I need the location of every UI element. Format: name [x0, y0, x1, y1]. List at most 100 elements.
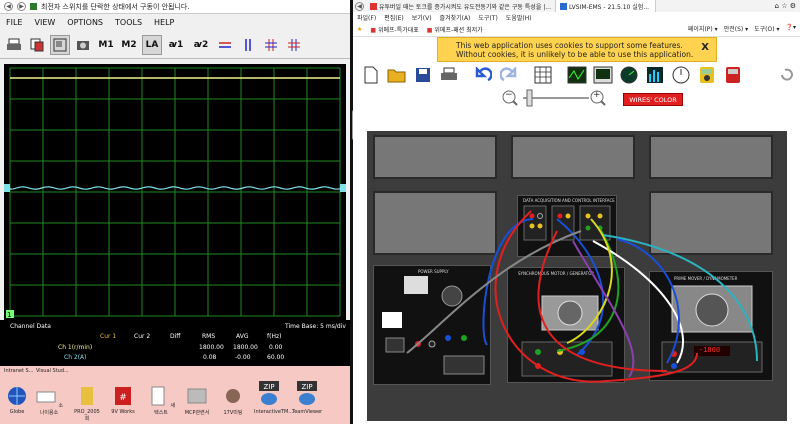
copy-icon[interactable]	[27, 35, 47, 55]
layout-icon[interactable]	[50, 34, 70, 55]
ie-menu-edit[interactable]: 편집(E)	[384, 13, 404, 22]
multimeter-icon[interactable]	[697, 65, 717, 85]
patch-wire[interactable]	[592, 240, 685, 364]
meter-icon[interactable]	[619, 65, 639, 85]
vertical-cursor-icon[interactable]	[238, 35, 258, 55]
ch2-left-marker	[4, 184, 10, 192]
ch1-freq: 0.00	[269, 344, 283, 351]
open-folder-icon[interactable]	[387, 65, 407, 85]
ch1-label: Ch 1(r/min)	[58, 344, 93, 351]
ch1-avg: 1800.00	[233, 344, 258, 351]
tools-menu[interactable]: 도구(O) ▾	[754, 24, 779, 33]
time-base-label: Time Base: 5 ms/div	[285, 323, 346, 330]
ch1-rms: 1800.00	[199, 344, 224, 351]
oscilloscope-display[interactable]: 1	[4, 64, 346, 320]
desktop-icon-folder[interactable]: PRO_2005회	[72, 386, 102, 422]
browser-window: ◀ 유투버일 때는 토크를 증가시켜도 유도전동기와 같은 구동 특성을 |..…	[353, 0, 800, 424]
desktop-icon-works[interactable]: # 9V Works	[108, 386, 138, 415]
ie-menu-view[interactable]: 보기(V)	[412, 13, 432, 22]
patch-wire[interactable]	[602, 234, 758, 362]
home-star-gear-icons[interactable]: ⌂ ☆ ⚙	[775, 2, 800, 10]
patch-wire[interactable]	[494, 210, 698, 383]
settings-scroll-icon[interactable]	[776, 65, 796, 85]
tab-lvsim[interactable]: LVSIM-EMS - 21.5.10 실험...	[556, 0, 656, 12]
screenshot-icon[interactable]	[73, 35, 93, 55]
menu-help[interactable]: HELP	[154, 18, 174, 27]
bar-graph-icon[interactable]	[645, 65, 665, 85]
patch-wires	[406, 210, 758, 383]
tab-favicon	[370, 2, 377, 10]
phasor-icon[interactable]	[593, 65, 613, 85]
table-icon[interactable]	[533, 65, 553, 85]
ch2-rms: 0.08	[203, 354, 217, 361]
cookie-close-button[interactable]: X	[701, 43, 709, 53]
redo-icon[interactable]	[499, 65, 519, 85]
m1-button[interactable]: M1	[96, 35, 116, 55]
lvsim-toolbar	[353, 62, 800, 88]
zoom-out-icon[interactable]: −	[505, 90, 513, 100]
favorite-link-2[interactable]: ■ 위메프-패션 최저가	[427, 25, 483, 34]
channel-data-label: Channel Data	[10, 323, 51, 330]
oscilloscope-icon[interactable]	[567, 65, 587, 85]
tab-favicon-lvsim	[560, 2, 567, 10]
desktop-icon-meeting[interactable]: 17V미팅	[218, 386, 248, 416]
print-icon[interactable]	[4, 35, 24, 55]
back-icon[interactable]: ◀	[4, 2, 13, 11]
m2-button[interactable]: M2	[119, 35, 139, 55]
lvsim-workstation: DATA ACQUISITION AND CONTROL INTERFACE P…	[367, 131, 787, 421]
desktop-label-visualstudio: Visual Stud...	[36, 368, 69, 374]
zoom-slider[interactable]	[501, 88, 621, 108]
la-button[interactable]: LA	[142, 34, 162, 55]
zoom-in-icon[interactable]: +	[593, 90, 601, 100]
left-window-title: 최전자 스위치를 단락한 상태에서 구동이 안됩니다.	[41, 2, 190, 11]
favorites-star-icon[interactable]: ★	[357, 26, 362, 33]
browser-tabbar: ◀ 유투버일 때는 토크를 증가시켜도 유도전동기와 같은 구동 특성을 |..…	[353, 0, 800, 12]
favorite-link-1[interactable]: ■ 위메프-특가대표	[370, 25, 418, 34]
horizontal-cursor-icon[interactable]	[215, 35, 235, 55]
header-diff: Diff	[170, 333, 181, 340]
header-avg: AVG	[236, 333, 249, 340]
grid-cursor-alt-icon[interactable]	[284, 35, 304, 55]
desktop-screen: ◀ ▶ 최전자 스위치를 단락한 상태에서 구동이 안됩니다. FILE VIE…	[0, 0, 800, 424]
page-favicon	[30, 3, 37, 10]
scope-grid: 1	[4, 67, 346, 319]
save-icon[interactable]	[413, 65, 433, 85]
menu-view[interactable]: VIEW	[34, 18, 55, 27]
tachometer-icon[interactable]	[723, 65, 743, 85]
print-app-icon[interactable]	[439, 65, 459, 85]
header-freq: f(Hz)	[267, 333, 282, 340]
clock-icon[interactable]	[671, 65, 691, 85]
undo-icon[interactable]	[473, 65, 493, 85]
desktop-icon-zip1[interactable]: ZIP InteractiveTM...	[254, 380, 293, 415]
desktop-icon-mcp[interactable]: MCP관련서	[182, 386, 212, 416]
desktop-icon-doc1[interactable]: 소나이용소	[34, 386, 64, 416]
tab-question[interactable]: 유투버일 때는 토크를 증가시켜도 유도전동기와 같은 구동 특성을 |...	[366, 0, 556, 12]
ie-menu-help[interactable]: 도움말(H)	[506, 13, 532, 22]
menu-tools[interactable]: TOOLS	[115, 18, 142, 27]
ie-menu-file[interactable]: 파일(F)	[357, 13, 376, 22]
channel-data-panel: Channel Data Time Base: 5 ms/div Cur 1 C…	[0, 320, 350, 366]
grid-cursor-icon[interactable]	[261, 35, 281, 55]
cursor1-button[interactable]: ꜹ1	[165, 35, 187, 55]
patch-wire[interactable]	[616, 238, 680, 364]
ch2-avg: -0.00	[235, 354, 251, 361]
desktop-icon-textfile[interactable]: 새 텍스트	[146, 386, 176, 416]
desktop-icon-globe[interactable]: Globe	[2, 386, 32, 415]
cursor2-button[interactable]: ꜹ2	[190, 35, 212, 55]
help-menu[interactable]: ❓▾	[786, 24, 796, 33]
svg-text:ZIP: ZIP	[301, 383, 312, 391]
browser-back-icon[interactable]: ◀	[355, 1, 364, 11]
patch-wire[interactable]	[406, 230, 582, 354]
page-menu[interactable]: 페이지(P) ▾	[688, 24, 718, 33]
ie-menu-tools[interactable]: 도구(T)	[478, 13, 497, 22]
menu-file[interactable]: FILE	[6, 18, 22, 27]
forward-icon[interactable]: ▶	[17, 2, 26, 11]
wires-color-button[interactable]: WIRES' COLOR	[623, 93, 683, 106]
ie-menu-favorites[interactable]: 즐겨찾기(A)	[440, 13, 471, 22]
menu-options[interactable]: OPTIONS	[67, 18, 103, 27]
desktop-icon-zip2[interactable]: ZIP TeamViewer	[292, 380, 322, 415]
new-file-icon[interactable]	[361, 65, 381, 85]
desktop-area: Intranet S... Visual Stud... Globe 소나이용소…	[0, 366, 350, 424]
safety-menu[interactable]: 안전(S) ▾	[724, 24, 748, 33]
ch1-ground-marker-label: 1	[7, 311, 11, 319]
